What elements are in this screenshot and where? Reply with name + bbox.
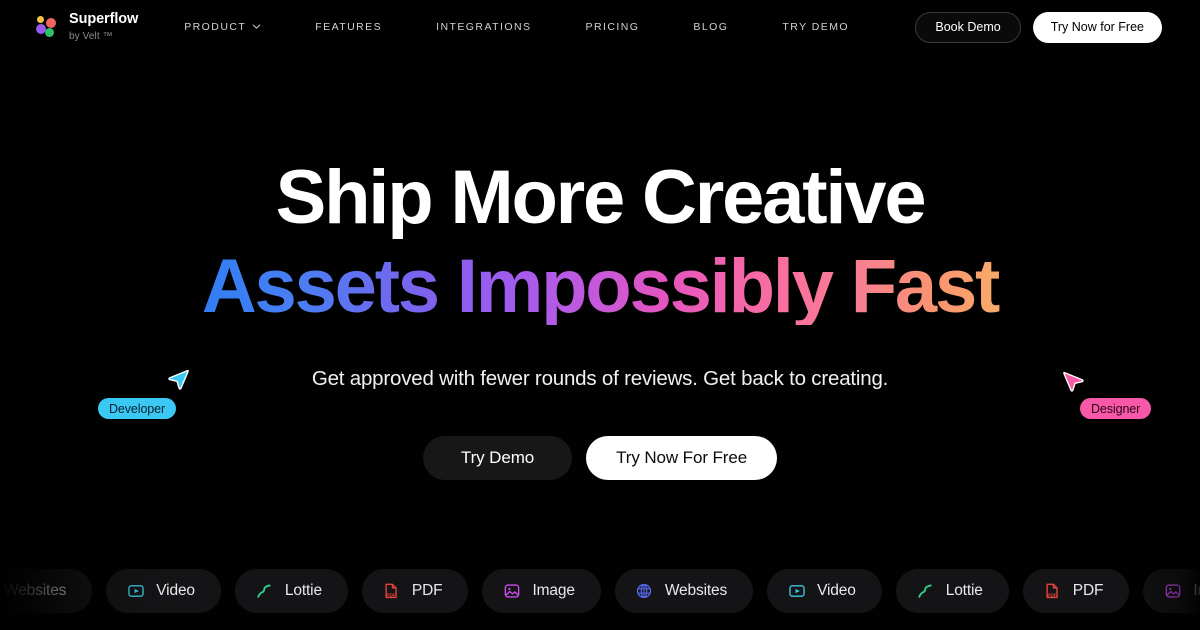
pdf-file-icon: PDF	[1043, 582, 1062, 601]
chip-label: Websites	[664, 582, 728, 599]
cursor-arrow-icon	[1062, 370, 1086, 399]
primary-nav: PRODUCT FEATURES INTEGRATIONS PRICING BL…	[184, 21, 876, 33]
chip-image[interactable]: Image	[1143, 569, 1200, 613]
lottie-curve-icon	[916, 582, 935, 601]
svg-text:PDF: PDF	[387, 592, 396, 597]
chip-label: PDF	[411, 582, 443, 599]
chip-label: Video	[156, 582, 195, 599]
header-actions: Book Demo Try Now for Free	[915, 11, 1162, 43]
nav-item-label: PRODUCT	[184, 21, 247, 33]
chip-video[interactable]: Video	[767, 569, 882, 613]
chip-label: Video	[817, 582, 856, 599]
nav-item-label: INTEGRATIONS	[436, 21, 532, 33]
site-header: Superflow by Velt ™ PRODUCT FEATURES INT…	[0, 0, 1200, 54]
chip-pdf[interactable]: PDF PDF	[1022, 569, 1130, 613]
chevron-down-icon	[252, 22, 261, 31]
chip-label: PDF	[1072, 582, 1104, 599]
developer-label: Developer	[98, 398, 177, 419]
try-demo-button[interactable]: Try Demo	[422, 436, 573, 481]
chip-pdf[interactable]: PDF PDF	[361, 569, 469, 613]
book-demo-button[interactable]: Book Demo	[915, 11, 1021, 43]
pdf-file-icon: PDF	[382, 582, 401, 601]
landing-page: Superflow by Velt ™ PRODUCT FEATURES INT…	[0, 0, 1200, 630]
chip-video[interactable]: Video	[106, 569, 221, 613]
image-picture-icon	[502, 582, 521, 601]
nav-item-try-demo[interactable]: TRY DEMO	[755, 21, 876, 33]
video-play-icon	[787, 582, 806, 601]
try-now-for-free-button[interactable]: Try Now For Free	[586, 436, 778, 481]
cursor-arrow-icon	[166, 368, 190, 397]
video-play-icon	[126, 582, 145, 601]
chip-websites[interactable]: Websites	[0, 569, 93, 613]
carousel-track: Websites Video Lottie PDF PDF Image Webs…	[0, 568, 1200, 614]
nav-item-blog[interactable]: BLOG	[666, 21, 755, 33]
globe-icon	[635, 582, 654, 601]
developer-cursor-badge: Developer	[98, 368, 208, 424]
chip-label: Image	[532, 582, 575, 599]
chip-label: Lottie	[945, 582, 983, 599]
chip-label: Websites	[4, 582, 67, 599]
lottie-curve-icon	[255, 582, 274, 601]
chip-lottie[interactable]: Lottie	[895, 569, 1009, 613]
brand-name: Superflow	[69, 11, 139, 28]
brand-subtitle: by Velt ™	[69, 30, 113, 42]
image-picture-icon	[1163, 582, 1182, 601]
hero-cta-row: Try Demo Try Now For Free	[422, 436, 778, 481]
chip-lottie[interactable]: Lottie	[234, 569, 348, 613]
nav-item-label: TRY DEMO	[782, 21, 850, 33]
hero-subheadline: Get approved with fewer rounds of review…	[311, 367, 889, 391]
asset-type-carousel[interactable]: Websites Video Lottie PDF PDF Image Webs…	[0, 568, 1200, 614]
try-now-free-button[interactable]: Try Now for Free	[1032, 11, 1162, 43]
nav-item-integrations[interactable]: INTEGRATIONS	[409, 21, 558, 33]
hero-headline-line2: Assets Impossibly Fast	[196, 249, 1004, 325]
nav-item-label: BLOG	[693, 21, 729, 33]
hero-section: Ship More Creative Assets Impossibly Fas…	[0, 0, 1200, 560]
chip-label: Lottie	[284, 582, 322, 599]
nav-item-product[interactable]: PRODUCT	[184, 21, 288, 33]
nav-item-features[interactable]: FEATURES	[288, 21, 409, 33]
designer-label: Designer	[1080, 398, 1152, 419]
designer-cursor-badge: Designer	[1058, 368, 1168, 424]
superflow-flower-logo-icon	[36, 16, 58, 38]
hero-headline-line1: Ship More Creative	[275, 155, 927, 240]
svg-text:PDF: PDF	[1048, 592, 1057, 597]
nav-item-pricing[interactable]: PRICING	[558, 21, 666, 33]
chip-image[interactable]: Image	[482, 569, 601, 613]
chip-label: Image	[1193, 582, 1200, 599]
nav-item-label: FEATURES	[315, 21, 383, 33]
chip-websites[interactable]: Websites	[614, 569, 754, 613]
brand-logo[interactable]: Superflow by Velt ™	[36, 12, 138, 42]
nav-item-label: PRICING	[585, 21, 640, 33]
